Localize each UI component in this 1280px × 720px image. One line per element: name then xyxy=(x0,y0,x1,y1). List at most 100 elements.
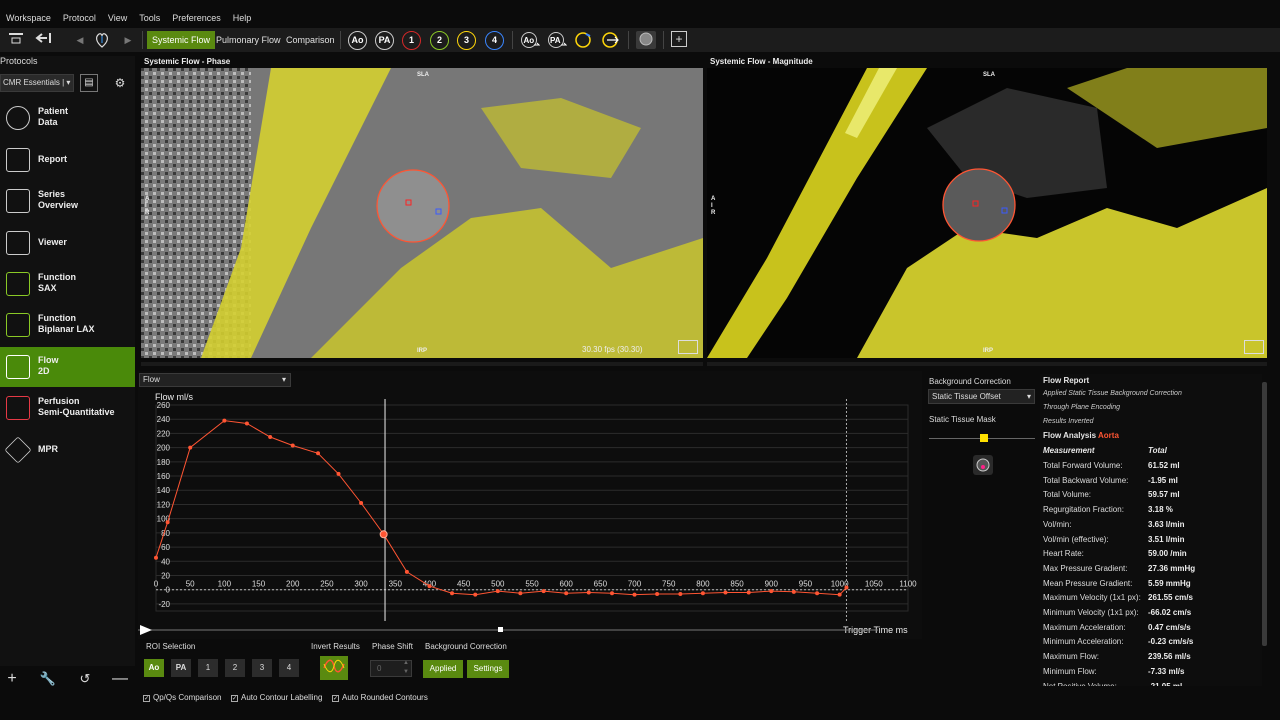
menu-help[interactable]: Help xyxy=(227,10,258,26)
flow-data-point xyxy=(188,445,193,450)
flow-type-select[interactable]: Flow ▾ xyxy=(139,373,291,387)
auto-rounded-contours-checkbox[interactable]: ✓ Auto Rounded Contours xyxy=(332,693,428,702)
orientation-bottom: IRP xyxy=(983,348,994,354)
sidebar-item-flow-2d[interactable]: Flow 2D xyxy=(0,347,135,387)
ao-propagate-icon[interactable]: Ao xyxy=(520,31,541,49)
phase-shift-spinner[interactable]: 0 ▲ ▼ xyxy=(370,660,412,677)
sidebar-item-report[interactable]: Report xyxy=(0,140,135,180)
save-icon[interactable]: ▤ xyxy=(80,74,98,92)
report-row-value: 59.57 ml xyxy=(1148,490,1180,500)
add-icon[interactable]: + xyxy=(671,31,687,47)
x-tick-label: 900 xyxy=(765,580,779,589)
menu-preferences[interactable]: Preferences xyxy=(166,10,227,26)
x-tick-label: 550 xyxy=(525,580,539,589)
phase-viewport-title: Systemic Flow - Phase xyxy=(144,57,231,66)
sidebar-item-viewer[interactable]: Viewer xyxy=(0,223,135,263)
sidebar-item-label: Series Overview xyxy=(38,189,79,210)
invert-results-button[interactable] xyxy=(320,656,348,680)
report-row: Minimum Flow: -7.33 ml/s xyxy=(1043,667,1258,682)
phase-viewport[interactable]: SLA IRP A I R 30.30 fps (30.30) xyxy=(141,68,703,358)
protocols-label: Protocols xyxy=(0,56,38,66)
spinner-arrows-icon[interactable]: ▲ ▼ xyxy=(403,659,409,677)
roi-1-button[interactable]: 1 xyxy=(402,31,421,50)
bottom-bar: + 🔧 ↺ — xyxy=(0,668,135,690)
flow-data-point xyxy=(495,589,500,594)
tab-comparison[interactable]: Comparison xyxy=(281,31,340,49)
settings-button[interactable]: Settings xyxy=(467,660,509,678)
contour-arrow-icon[interactable] xyxy=(601,31,621,49)
report-scrollbar[interactable] xyxy=(1262,382,1267,646)
report-row-value: 27.36 mmHg xyxy=(1148,563,1196,573)
flow-chart[interactable]: -200204060801001201401601802002202402600… xyxy=(138,389,922,639)
tray-icon[interactable] xyxy=(6,31,26,49)
qpqs-checkbox[interactable]: ✓ Qp/Qs Comparison xyxy=(143,693,221,702)
flow-data-point xyxy=(723,590,728,595)
magnitude-viewport[interactable]: SLA IRP A I R xyxy=(707,68,1267,358)
roi-2-button[interactable]: 2 xyxy=(430,31,449,50)
wrench-icon[interactable]: 🔧 xyxy=(38,670,58,688)
play-icon xyxy=(140,625,152,635)
menu-protocol[interactable]: Protocol xyxy=(57,10,102,26)
flow-data-point xyxy=(746,590,751,595)
flow-analysis-label: Flow Analysis xyxy=(1043,431,1097,440)
bgc-method-value: Static Tissue Offset xyxy=(932,392,1001,401)
roi-pa-button[interactable]: PA xyxy=(375,31,394,50)
sidebar-item-function-lax[interactable]: Function Biplanar LAX xyxy=(0,305,135,345)
roi-ao-button[interactable]: Ao xyxy=(348,31,367,50)
contour-yellow-icon[interactable] xyxy=(574,31,594,49)
roi-3-button[interactable]: 3 xyxy=(457,31,476,50)
menu-view[interactable]: View xyxy=(102,10,133,26)
bgc-method-select[interactable]: Static Tissue Offset ▾ xyxy=(928,389,1035,404)
undo-icon[interactable]: ↺ xyxy=(75,670,95,688)
mask-toggle-button[interactable] xyxy=(973,455,993,475)
orientation-left: A I R xyxy=(145,196,150,216)
sidebar-item-label: Viewer xyxy=(38,237,67,247)
magnifier-icon[interactable] xyxy=(636,31,656,49)
patient-icon xyxy=(6,106,30,130)
check-icon: ✓ xyxy=(332,695,339,702)
y-tick-label: 60 xyxy=(161,543,170,552)
sidebar-item-function-sax[interactable]: Function SAX xyxy=(0,264,135,304)
tab-systemic-flow[interactable]: Systemic Flow xyxy=(147,31,216,49)
protocol-select[interactable]: CMR Essentials | ▾ xyxy=(0,74,74,92)
applied-button[interactable]: Applied xyxy=(423,660,463,678)
menu-workspace[interactable]: Workspace xyxy=(0,10,57,26)
minus-icon[interactable]: — xyxy=(110,670,130,688)
heart-icon[interactable] xyxy=(92,31,112,49)
sidebar-item-patient-data[interactable]: Patient Data xyxy=(0,98,135,138)
splitter-left[interactable] xyxy=(141,362,703,366)
report-note: Through Plane Encoding xyxy=(1043,404,1121,411)
sidebar-item-series-overview[interactable]: Series Overview xyxy=(0,181,135,221)
x-tick-label: 150 xyxy=(252,580,266,589)
roi-4-select-button[interactable]: 4 xyxy=(279,659,299,677)
sidebar-item-mpr[interactable]: MPR xyxy=(0,430,135,470)
splitter-right[interactable] xyxy=(707,362,1267,366)
report-row: Total Forward Volume: 61.52 ml xyxy=(1043,461,1258,476)
roi-4-button[interactable]: 4 xyxy=(485,31,504,50)
roi-3-select-button[interactable]: 3 xyxy=(252,659,272,677)
next-icon[interactable]: ▶ xyxy=(118,31,138,49)
protocol-select-value: CMR Essentials | xyxy=(3,78,65,87)
add-icon[interactable]: + xyxy=(2,670,22,688)
svg-text:Ao: Ao xyxy=(524,36,535,45)
roi-ao-select-button[interactable]: Ao xyxy=(144,659,164,677)
report-row-label: Maximum Velocity (1x1 px): xyxy=(1043,593,1141,603)
menu-tools[interactable]: Tools xyxy=(133,10,166,26)
tab-pulmonary-flow[interactable]: Pulmonary Flow xyxy=(211,31,286,49)
mask-slider-thumb[interactable] xyxy=(980,434,988,442)
roi-1-select-button[interactable]: 1 xyxy=(198,659,218,677)
exit-arrow-icon[interactable] xyxy=(34,31,54,49)
film-icon[interactable] xyxy=(678,340,698,354)
roi-2-select-button[interactable]: 2 xyxy=(225,659,245,677)
auto-contour-labelling-checkbox[interactable]: ✓ Auto Contour Labelling xyxy=(231,693,322,702)
cursor-point xyxy=(379,530,388,539)
roi-pa-select-button[interactable]: PA xyxy=(171,659,191,677)
flow-data-point xyxy=(791,589,796,594)
report-row: Minimum Acceleration: -0.23 cm/s/s xyxy=(1043,637,1258,652)
film-icon[interactable] xyxy=(1244,340,1264,354)
flow-heart-icon xyxy=(6,355,30,379)
sidebar-item-perfusion[interactable]: Perfusion Semi-Quantitative xyxy=(0,388,135,428)
gear-icon[interactable]: ⚙ xyxy=(110,74,130,92)
pa-propagate-icon[interactable]: PA xyxy=(547,31,568,49)
prev-icon[interactable]: ◀ xyxy=(70,31,90,49)
